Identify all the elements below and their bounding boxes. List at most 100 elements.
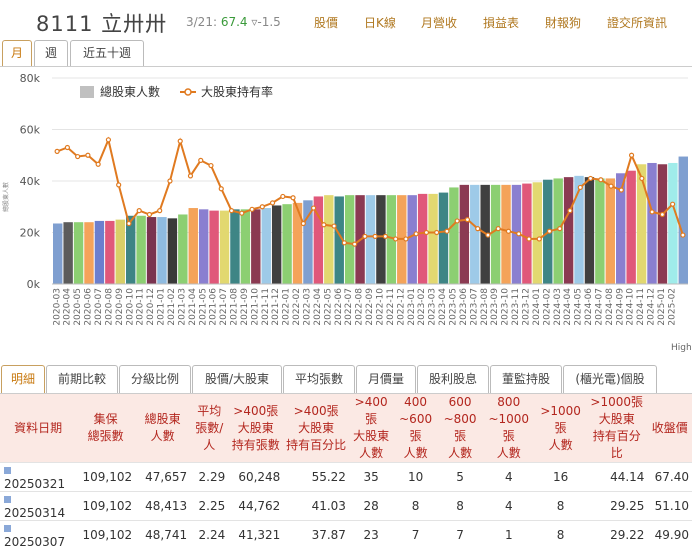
tab-detail[interactable]: 明細 xyxy=(1,365,45,393)
line-point xyxy=(660,212,664,216)
x-tick-label: 2025-02 xyxy=(667,288,677,326)
y-axis-label: 總股東人數 xyxy=(2,182,10,212)
table-cell: 4 xyxy=(482,463,535,492)
tab-monthly-volume[interactable]: 月價量 xyxy=(356,365,416,393)
table-cell: 109,102 xyxy=(76,463,135,492)
line-point xyxy=(250,207,254,211)
line-point xyxy=(537,237,541,241)
line-point xyxy=(476,227,480,231)
table-cell: 20250307 xyxy=(0,521,76,549)
column-header: 800~1000張人數 xyxy=(482,394,535,463)
bar xyxy=(460,185,469,284)
tab-sector-stocks[interactable]: (櫃光電)個股 xyxy=(563,365,657,393)
bar xyxy=(439,193,448,284)
bar xyxy=(366,195,375,284)
line-point xyxy=(65,146,69,150)
line-point xyxy=(455,219,459,223)
tab-level-ratio[interactable]: 分級比例 xyxy=(119,365,191,393)
line-point xyxy=(312,206,316,210)
column-header: >400張大股東人數 xyxy=(349,394,393,463)
x-tick-label: 2023-08 xyxy=(480,288,490,326)
x-tick-label: 2020-03 xyxy=(52,288,62,326)
y-tick-label: 40k xyxy=(20,175,41,188)
bar xyxy=(209,211,218,284)
bar xyxy=(679,157,688,284)
x-tick-label: 2022-07 xyxy=(344,288,354,326)
tab-fifty-weeks[interactable]: 近五十週 xyxy=(70,40,144,66)
table-cell: 51.10 xyxy=(647,492,692,521)
column-header: >1000張大股東持有百分比 xyxy=(586,394,647,463)
table-cell: 20250321 xyxy=(0,463,76,492)
x-tick-label: 2020-07 xyxy=(94,288,104,326)
line-point xyxy=(117,183,121,187)
bar xyxy=(230,209,239,284)
line-point xyxy=(424,231,428,235)
nav-link-kline[interactable]: 日K線 xyxy=(364,14,396,31)
x-tick-label: 2020-08 xyxy=(104,288,114,326)
table-cell: 2.25 xyxy=(190,492,228,521)
nav-link-statementdog[interactable]: 財報狗 xyxy=(545,14,581,31)
bar xyxy=(564,177,573,284)
bar xyxy=(533,182,542,284)
x-tick-label: 2024-09 xyxy=(615,288,625,326)
y-tick-label: 60k xyxy=(20,124,41,137)
bar xyxy=(147,217,156,284)
x-tick-label: 2022-06 xyxy=(334,288,344,326)
tab-director-holding[interactable]: 董監持股 xyxy=(490,365,562,393)
period-tabs: 月 週 近五十週 xyxy=(0,40,692,67)
x-tick-label: 2021-03 xyxy=(177,288,187,326)
y-tick-label: 20k xyxy=(20,227,41,240)
line-point xyxy=(527,237,531,241)
bar xyxy=(324,195,333,284)
tab-dividend[interactable]: 股利股息 xyxy=(417,365,489,393)
bar xyxy=(522,184,531,284)
bar xyxy=(84,222,93,284)
bar xyxy=(105,221,114,284)
x-tick-label: 2023-06 xyxy=(459,288,469,326)
quote-price: 67.4 xyxy=(221,15,248,29)
nav-link-twse[interactable]: 證交所資訊 xyxy=(607,14,667,31)
column-header: >1000張人數 xyxy=(535,394,586,463)
line-point xyxy=(363,234,367,238)
x-tick-label: 2020-09 xyxy=(115,288,125,326)
nav-link-income[interactable]: 損益表 xyxy=(483,14,519,31)
bar xyxy=(449,187,458,284)
line-point xyxy=(230,209,234,213)
table-cell: 44,762 xyxy=(228,492,283,521)
line-point xyxy=(373,234,377,238)
table-cell: 29.22 xyxy=(586,521,647,549)
x-tick-label: 2024-04 xyxy=(563,288,573,326)
x-tick-label: 2023-04 xyxy=(438,288,448,326)
table-cell: 55.22 xyxy=(283,463,349,492)
bar xyxy=(595,178,604,284)
x-tick-label: 2024-12 xyxy=(647,288,657,326)
bar xyxy=(157,217,166,284)
x-tick-label: 2022-04 xyxy=(313,288,323,326)
table-cell: 8 xyxy=(438,492,482,521)
tab-period-compare[interactable]: 前期比較 xyxy=(46,365,118,393)
x-tick-label: 2024-02 xyxy=(542,288,552,326)
line-point xyxy=(465,218,469,222)
nav-link-revenue[interactable]: 月營收 xyxy=(421,14,457,31)
nav-link-price[interactable]: 股價 xyxy=(314,14,338,31)
line-point xyxy=(342,241,346,245)
tab-month[interactable]: 月 xyxy=(2,40,32,66)
table-cell: 35 xyxy=(349,463,393,492)
tab-week[interactable]: 週 xyxy=(34,40,68,66)
tab-avg-lots[interactable]: 平均張數 xyxy=(283,365,355,393)
x-tick-label: 2022-05 xyxy=(323,288,333,326)
line-point xyxy=(486,233,490,237)
x-tick-label: 2020-11 xyxy=(136,288,146,326)
bar xyxy=(501,185,510,284)
table-cell: 48,741 xyxy=(135,521,190,549)
bar xyxy=(626,171,635,284)
tab-price-major[interactable]: 股價/大股東 xyxy=(192,365,282,393)
table-cell: 29.25 xyxy=(586,492,647,521)
row-marker-icon xyxy=(4,496,11,503)
line-point xyxy=(435,231,439,235)
x-axis: 2020-032020-042020-052020-062020-072020-… xyxy=(52,284,688,326)
bar xyxy=(606,178,615,284)
x-tick-label: 2021-09 xyxy=(240,288,250,326)
bar xyxy=(647,163,656,284)
table-cell: 37.87 xyxy=(283,521,349,549)
